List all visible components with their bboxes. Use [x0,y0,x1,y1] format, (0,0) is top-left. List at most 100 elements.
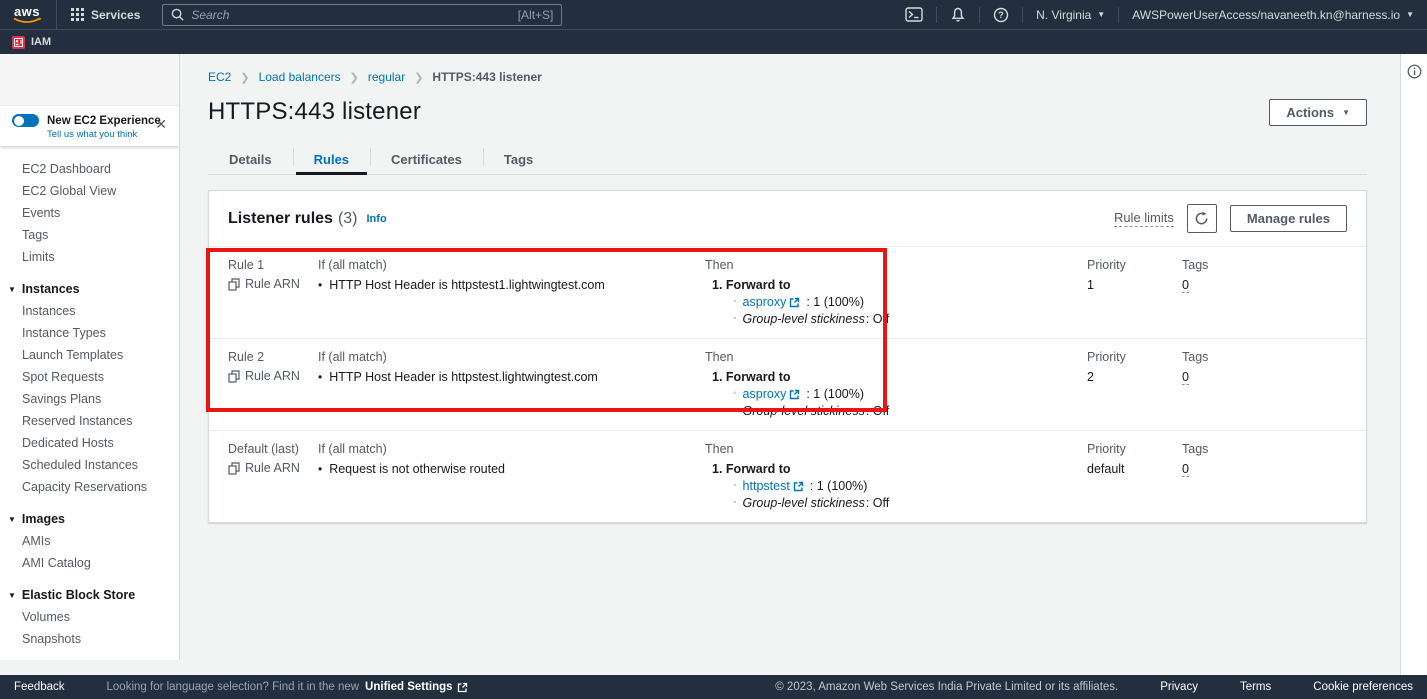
rule-condition: HTTP Host Header is httpstest1.lightwing… [329,277,605,293]
stickiness-label: Group-level stickiness [743,311,865,328]
help-rail [1400,54,1427,675]
sidebar-section-images[interactable]: ▼Images [0,508,179,530]
sidebar-section-instances[interactable]: ▼Instances [0,278,179,300]
sidebar-item-instances[interactable]: Instances [0,300,179,322]
sidebar-item-dedicated-hosts[interactable]: Dedicated Hosts [0,432,179,454]
target-group-link[interactable]: asproxy [743,386,801,403]
rule-if-cell: If (all match) •HTTP Host Header is http… [318,258,705,327]
favorite-iam[interactable]: IAM [0,36,63,49]
sidebar-item-spot-requests[interactable]: Spot Requests [0,366,179,388]
chevron-down-icon: ▼ [1406,10,1414,19]
rule-arn-copy[interactable]: Rule ARN [228,461,318,475]
sidebar-item-volumes[interactable]: Volumes [0,606,179,628]
sub-bullet-icon: ◦ [733,403,737,420]
target-group-link[interactable]: asproxy [743,294,801,311]
sidebar-item-tags[interactable]: Tags [0,224,179,246]
rule-arn-copy[interactable]: Rule ARN [228,369,318,383]
global-search[interactable]: [Alt+S] [162,4,562,26]
chevron-down-icon: ▼ [1342,108,1350,117]
sidebar-item-savings-plans[interactable]: Savings Plans [0,388,179,410]
bullet-icon: • [318,277,322,293]
close-icon[interactable]: ✕ [155,116,167,133]
rule-if-cell: If (all match) •HTTP Host Header is http… [318,350,705,419]
rule-name: Rule 1 [228,258,318,272]
info-icon[interactable] [1407,64,1422,79]
services-menu-button[interactable]: Services [57,8,154,22]
help-button[interactable]: ? [980,0,1022,29]
sidebar-item-capacity-reservations[interactable]: Capacity Reservations [0,476,179,498]
cloudshell-icon [905,7,923,22]
panel-header: Listener rules (3) Info Rule limits Mana… [209,191,1366,246]
sidebar-item-ec2-global-view[interactable]: EC2 Global View [0,180,179,202]
bell-icon [950,7,966,23]
breadcrumb-load-balancers[interactable]: Load balancers [259,70,341,84]
tab-certificates[interactable]: Certificates [370,144,483,174]
sidebar-item-limits[interactable]: Limits [0,246,179,268]
cookie-preferences-link[interactable]: Cookie preferences [1313,681,1413,693]
tab-details[interactable]: Details [208,144,293,174]
language-prompt: Looking for language selection? Find it … [107,681,360,693]
sidebar-item-launch-templates[interactable]: Launch Templates [0,344,179,366]
tab-rules[interactable]: Rules [293,144,370,174]
target-group-link[interactable]: httpstest [743,478,804,495]
sidebar-item-ami-catalog[interactable]: AMI Catalog [0,552,179,574]
priority-value: 2 [1087,369,1182,385]
feedback-link[interactable]: Tell us what you think [47,129,169,140]
sidebar-section-ebs[interactable]: ▼Elastic Block Store [0,584,179,606]
footer: Feedback Looking for language selection?… [0,675,1427,699]
sidebar-top-spacer [0,54,179,106]
breadcrumb-regular[interactable]: regular [368,70,405,84]
unified-settings-link[interactable]: Unified Settings [365,681,468,693]
sidebar-item-reserved-instances[interactable]: Reserved Instances [0,410,179,432]
external-link-icon [457,682,468,693]
triangle-down-icon: ▼ [8,591,16,600]
sidebar-item-snapshots[interactable]: Snapshots [0,628,179,650]
rule-tags-cell: Tags 0 [1182,442,1366,511]
rule-limits-link[interactable]: Rule limits [1114,210,1174,227]
sub-bullet-icon: ◦ [733,311,737,328]
ec2-sidebar: New EC2 Experience Tell us what you thin… [0,54,180,660]
aws-logo-text: aws [14,6,40,17]
page-title: HTTPS:443 listener [208,98,421,126]
feedback-button[interactable]: Feedback [14,681,65,693]
tags-count-link[interactable]: 0 [1182,370,1189,385]
sub-bullet-icon: ◦ [733,495,737,512]
search-input[interactable] [191,8,517,22]
sidebar-item-scheduled-instances[interactable]: Scheduled Instances [0,454,179,476]
chevron-separator-icon: ❯ [240,71,249,84]
forward-to-label: Forward to [726,462,791,476]
account-label: AWSPowerUserAccess/navaneeth.kn@harness.… [1132,8,1400,22]
copy-icon [228,278,240,291]
aws-logo[interactable]: aws [12,6,42,24]
rule-then-cell: Then 1. Forward to ◦asproxy: 1 (100%) ◦G… [705,258,1087,327]
cloudshell-button[interactable] [892,0,936,29]
rule-arn-copy[interactable]: Rule ARN [228,277,318,291]
sidebar-item-events[interactable]: Events [0,202,179,224]
rule-tags-cell: Tags 0 [1182,350,1366,419]
region-selector[interactable]: N. Virginia ▼ [1023,0,1118,29]
listener-rules-panel: Listener rules (3) Info Rule limits Mana… [208,190,1367,523]
terms-link[interactable]: Terms [1240,681,1271,693]
notifications-button[interactable] [937,0,979,29]
manage-rules-button[interactable]: Manage rules [1230,205,1347,232]
actions-button[interactable]: Actions▼ [1269,99,1367,126]
chevron-separator-icon: ❯ [414,71,423,84]
breadcrumb-ec2[interactable]: EC2 [208,70,231,84]
sidebar-item-ec2-dashboard[interactable]: EC2 Dashboard [0,158,179,180]
rule-name-cell: Rule 1 Rule ARN [228,258,318,327]
rule-row-default: Default (last) Rule ARN If (all match) •… [209,430,1366,522]
info-link[interactable]: Info [367,213,387,225]
account-menu[interactable]: AWSPowerUserAccess/navaneeth.kn@harness.… [1119,0,1427,29]
new-experience-card: New EC2 Experience Tell us what you thin… [0,106,179,146]
tags-count-link[interactable]: 0 [1182,462,1189,477]
tags-count-link[interactable]: 0 [1182,278,1189,293]
privacy-link[interactable]: Privacy [1160,681,1198,693]
sidebar-item-amis[interactable]: AMIs [0,530,179,552]
new-experience-toggle[interactable] [12,114,39,127]
bullet-icon: • [318,369,322,385]
refresh-button[interactable] [1187,204,1217,233]
grid-icon [71,8,84,21]
tab-tags[interactable]: Tags [483,144,554,174]
external-link-icon [789,297,800,308]
sidebar-item-instance-types[interactable]: Instance Types [0,322,179,344]
